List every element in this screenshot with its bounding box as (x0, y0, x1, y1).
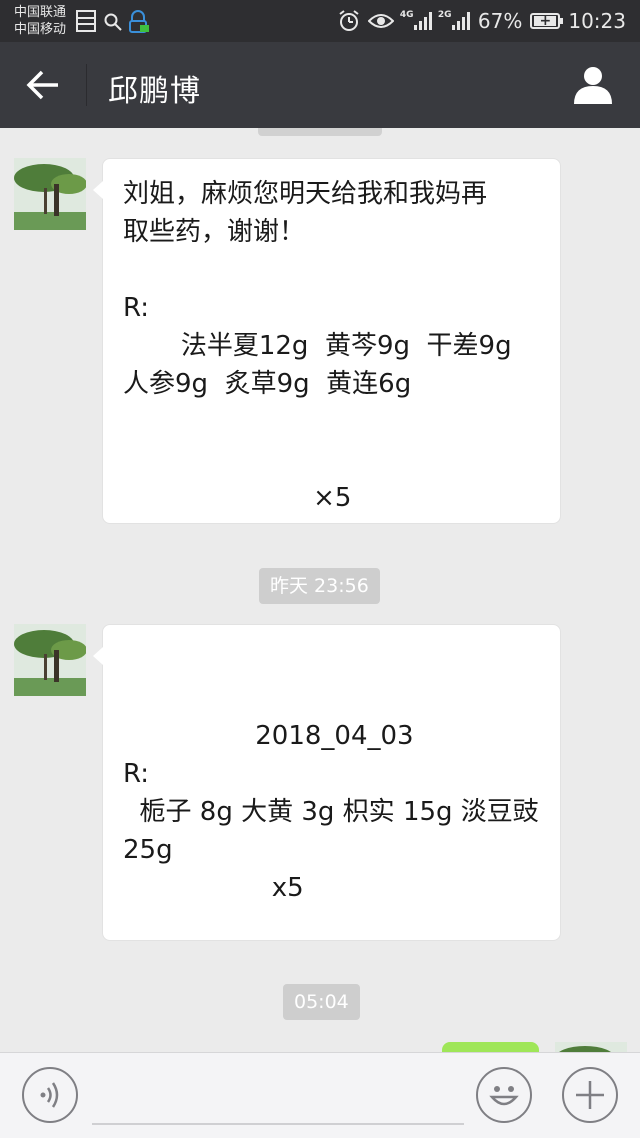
input-bar (0, 1052, 640, 1138)
plus-icon (576, 1081, 604, 1109)
message-line: 25g (123, 835, 173, 865)
alarm-icon (339, 10, 359, 31)
carrier-2: 中国移动 (14, 22, 67, 37)
message-line (123, 641, 540, 679)
message-line: 栀子 8g 大黄 3g 枳实 15g 淡豆豉 (123, 797, 539, 827)
sent-message-bubble[interactable] (442, 1042, 539, 1052)
my-avatar[interactable] (555, 1042, 627, 1052)
profile-button[interactable] (572, 64, 614, 106)
search-icon (104, 13, 122, 31)
message-line: 法半夏12g 黄芩9g 干差9g (123, 331, 512, 361)
message-line: R: (123, 293, 150, 323)
status-right: 4G 2G 67% + 10:23 (338, 8, 626, 34)
message-line: R: (123, 759, 150, 789)
avatar[interactable] (14, 624, 86, 696)
message-line (123, 679, 540, 717)
message-line (123, 441, 540, 479)
eye-icon (367, 14, 394, 28)
message-line: x5 (123, 873, 304, 903)
message-line: 刘姐，麻烦您明天给我和我妈再 (123, 179, 488, 209)
chat-area[interactable]: 刘姐，麻烦您明天给我和我妈再 取些药，谢谢！ R: 法半夏12g 黄芩9g 干差… (0, 128, 640, 1052)
signal-icon: 4G (400, 10, 432, 30)
time-stamp: 昨天 23:56 (259, 568, 380, 604)
voice-button[interactable] (22, 1067, 78, 1123)
page-title: 邱鹏博 (108, 74, 201, 109)
time-stamp-partial (258, 128, 382, 136)
carrier-info: 中国联通 中国移动 (14, 4, 66, 38)
storage-icon (76, 10, 96, 32)
vpn-icon (129, 10, 149, 33)
time-stamp: 05:04 (283, 984, 360, 1020)
battery-icon: + (530, 13, 564, 29)
battery-percent: 67% (477, 9, 523, 33)
arrow-left-icon (26, 70, 58, 100)
avatar[interactable] (14, 158, 86, 230)
message-input[interactable] (92, 1065, 464, 1125)
emoji-button[interactable] (476, 1067, 532, 1123)
voice-icon (40, 1082, 59, 1108)
tree-avatar-icon (14, 158, 86, 230)
person-icon (574, 67, 612, 104)
message-bubble[interactable]: 刘姐，麻烦您明天给我和我妈再 取些药，谢谢！ R: 法半夏12g 黄芩9g 干差… (93, 158, 561, 524)
title-bar: 邱鹏博 (0, 42, 640, 128)
more-button[interactable] (562, 1067, 618, 1123)
message-line: ×5 (123, 483, 352, 513)
message-line (123, 403, 540, 441)
tree-avatar-icon (555, 1042, 627, 1052)
message-line: 取些药，谢谢！ (123, 217, 306, 247)
tree-avatar-icon (14, 624, 86, 696)
message-bubble[interactable]: 2018_04_03 R: 栀子 8g 大黄 3g 枳实 15g 淡豆豉 25g… (93, 624, 561, 941)
back-button[interactable] (20, 64, 66, 106)
status-bar: 中国联通 中国移动 4G 2G 67% + 10:23 (0, 0, 640, 42)
message-line: 2018_04_03 (123, 721, 414, 751)
clock: 10:23 (568, 9, 626, 33)
message-line: 人参9g 炙草9g 黄连6g (123, 369, 412, 399)
signal-icon-2: 2G (438, 10, 470, 30)
message-line (123, 251, 540, 289)
emoji-icon (489, 1086, 519, 1106)
title-divider (86, 64, 87, 106)
carrier-1: 中国联通 (14, 5, 67, 20)
